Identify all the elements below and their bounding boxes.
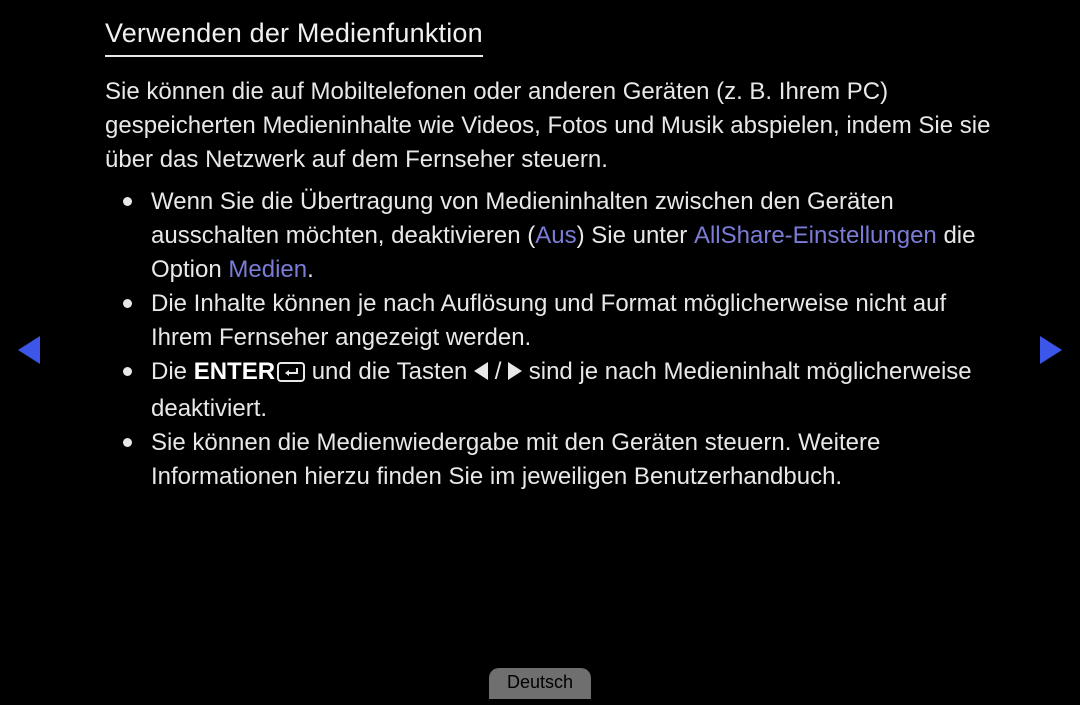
manual-page: Verwenden der Medienfunktion Sie können … [105,18,995,494]
intro-paragraph: Sie können die auf Mobiltelefonen oder a… [105,75,995,177]
list-item: Die ENTER und die Tasten / sind je nach … [147,355,995,426]
text: und die Tasten [305,358,474,385]
text: / [488,358,508,385]
list-item: Wenn Sie die Übertragung von Medieninhal… [147,185,995,287]
highlight-aus: Aus [535,222,576,249]
prev-page-arrow[interactable] [18,336,40,364]
highlight-allshare: AllShare-Einstellungen [694,222,937,249]
list-item: Die Inhalte können je nach Auflösung und… [147,287,995,355]
enter-label: ENTER [194,358,275,385]
page-title: Verwenden der Medienfunktion [105,18,483,57]
list-item: Sie können die Medienwiedergabe mit den … [147,426,995,494]
right-triangle-icon [508,362,522,380]
text: Sie können die Medienwiedergabe mit den … [151,429,880,490]
text: Die Inhalte können je nach Auflösung und… [151,290,946,351]
language-indicator: Deutsch [489,668,591,699]
next-page-arrow[interactable] [1040,336,1062,364]
enter-icon [277,358,305,392]
text: ) Sie unter [577,222,694,249]
left-triangle-icon [474,362,488,380]
text: . [307,256,314,283]
highlight-medien: Medien [228,256,307,283]
text: Die [151,358,194,385]
bullet-list: Wenn Sie die Übertragung von Medieninhal… [105,185,995,494]
